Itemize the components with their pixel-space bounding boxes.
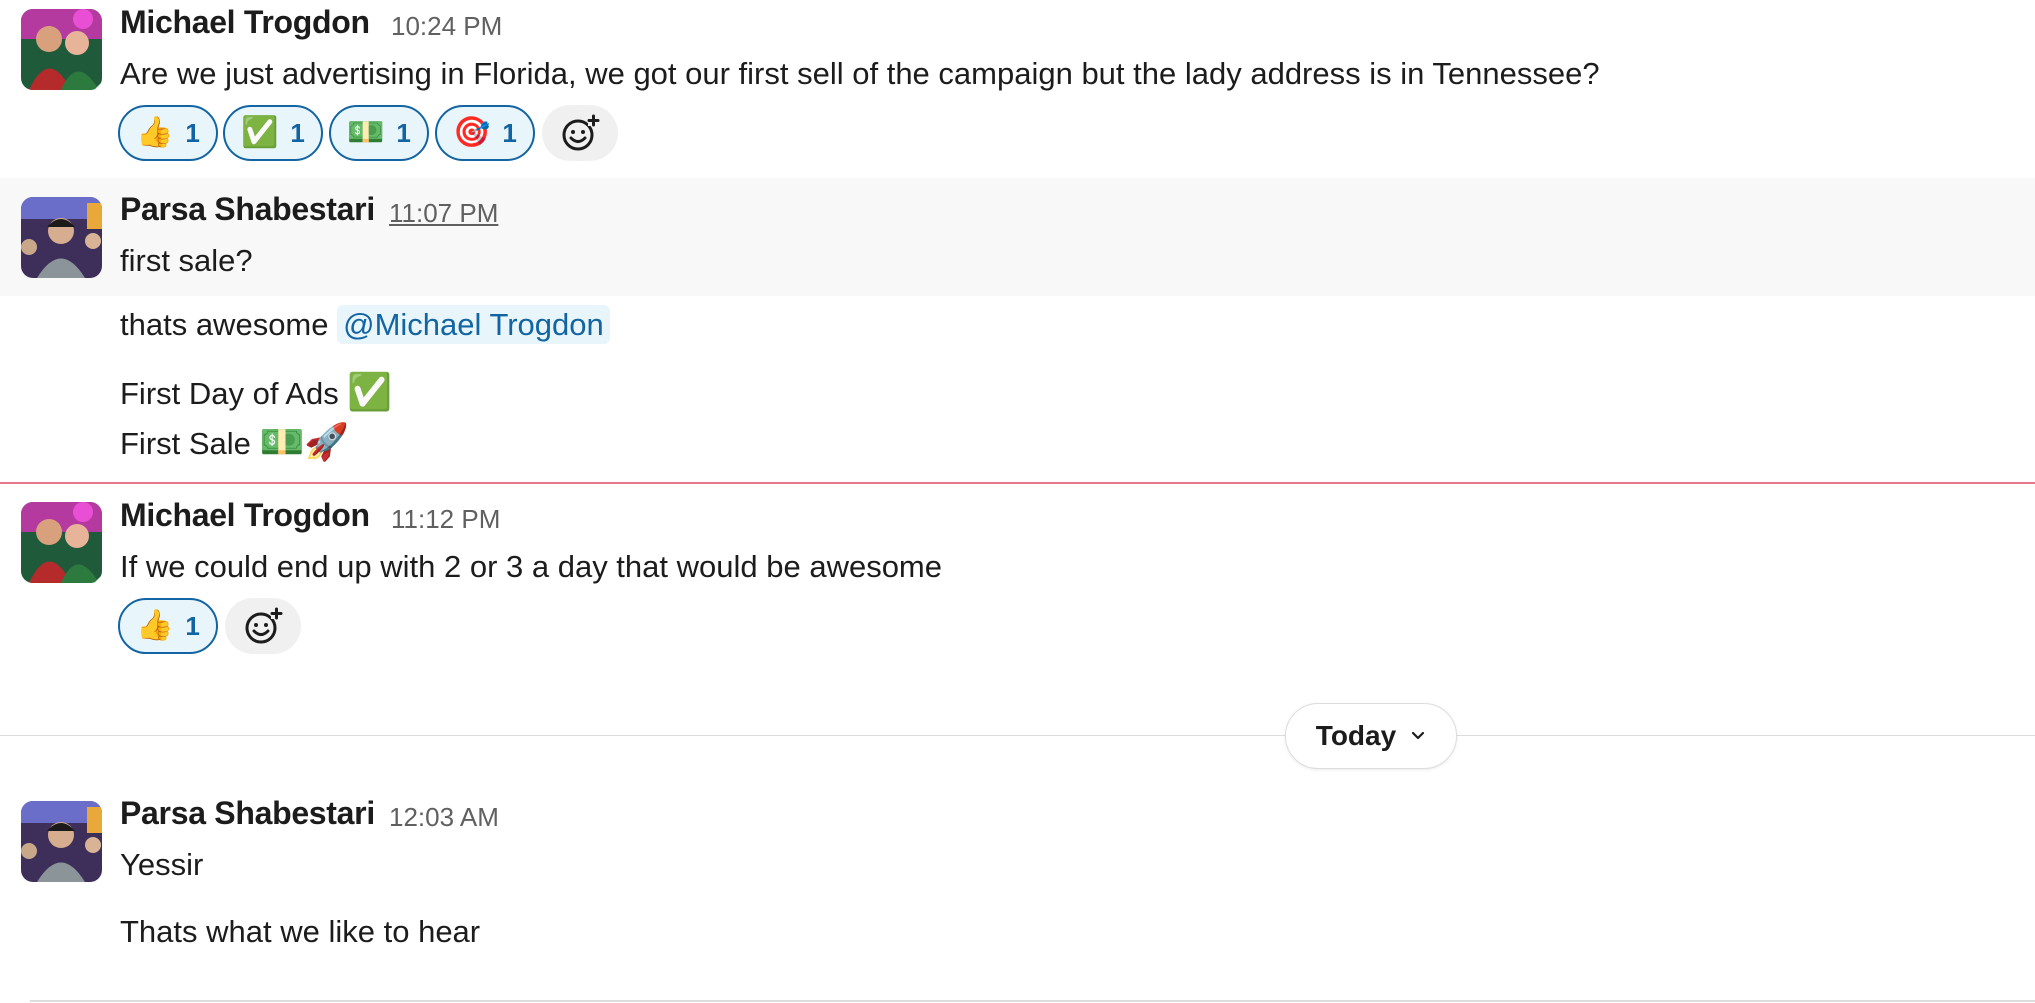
message-text: First Sale 💵🚀 — [120, 423, 349, 464]
message-text: Are we just advertising in Florida, we g… — [120, 56, 1600, 91]
message-text: Yessir — [120, 847, 204, 882]
message-text-fragment: thats awesome — [120, 307, 338, 342]
message-text: Thats what we like to hear — [120, 914, 481, 949]
thumbs-up-icon: 👍 — [136, 115, 174, 150]
add-emoji-icon — [562, 114, 600, 151]
avatar[interactable] — [21, 197, 102, 278]
reaction-count: 1 — [502, 117, 517, 148]
date-divider-label: Today — [1315, 720, 1397, 751]
reaction-count: 1 — [185, 610, 200, 641]
add-emoji-icon — [245, 607, 283, 644]
message-text: first sale? — [120, 243, 253, 278]
status-indicator — [85, 566, 102, 583]
reaction-count: 1 — [290, 117, 305, 148]
status-indicator — [85, 73, 102, 90]
message-timestamp[interactable]: 12:03 AM — [389, 802, 499, 833]
reaction-count: 1 — [185, 117, 200, 148]
chevron-down-icon — [1412, 731, 1425, 740]
add-reaction-button[interactable] — [542, 105, 618, 161]
date-divider-button[interactable]: Today — [1285, 703, 1457, 769]
user-mention[interactable]: @Michael Trogdon — [337, 305, 610, 344]
reaction-dollar[interactable]: 💵 1 — [329, 105, 429, 161]
new-messages-divider — [0, 482, 2035, 484]
check-mark-icon: ✅ — [241, 115, 279, 150]
message-1: Michael Trogdon 10:24 PM Are we just adv… — [0, 0, 2035, 170]
message-author[interactable]: Michael Trogdon — [120, 4, 370, 41]
thumbs-up-icon: 👍 — [136, 608, 174, 643]
add-reaction-button[interactable] — [225, 598, 301, 654]
avatar[interactable] — [21, 502, 102, 583]
message-text-fragment: First Day of Ads — [120, 376, 339, 411]
message-3: Michael Trogdon 11:12 PM If we could end… — [0, 492, 2035, 672]
avatar[interactable] — [21, 801, 102, 882]
reaction-thumbs-up[interactable]: 👍 1 — [118, 105, 218, 161]
message-text: thats awesome @Michael Trogdon — [120, 305, 610, 345]
message-author[interactable]: Michael Trogdon — [120, 497, 370, 534]
reaction-thumbs-up[interactable]: 👍 1 — [118, 598, 218, 654]
avatar[interactable] — [21, 9, 102, 90]
message-text: First Day of Ads ✅ — [120, 373, 392, 414]
message-text-fragment: First Sale — [120, 426, 251, 461]
message-timestamp[interactable]: 10:24 PM — [391, 11, 502, 42]
composer-divider — [30, 1000, 2035, 1002]
date-divider-line — [0, 735, 2035, 736]
message-timestamp[interactable]: 11:07 PM — [389, 198, 498, 229]
dollar-rocket-icon: 💵🚀 — [259, 422, 350, 463]
message-2: Parsa Shabestari 11:07 PM first sale? th… — [0, 178, 2035, 478]
reaction-check[interactable]: ✅ 1 — [223, 105, 323, 161]
check-mark-icon: ✅ — [347, 372, 393, 413]
reaction-count: 1 — [396, 117, 411, 148]
dollar-bill-icon: 💵 — [347, 115, 385, 150]
message-timestamp[interactable]: 11:12 PM — [391, 504, 500, 535]
message-4: Parsa Shabestari 12:03 AM Yessir Thats w… — [0, 792, 2035, 972]
reaction-target[interactable]: 🎯 1 — [435, 105, 535, 161]
target-icon: 🎯 — [453, 115, 491, 150]
message-text: If we could end up with 2 or 3 a day tha… — [120, 549, 942, 584]
message-author[interactable]: Parsa Shabestari — [120, 795, 375, 832]
message-author[interactable]: Parsa Shabestari — [120, 191, 375, 228]
